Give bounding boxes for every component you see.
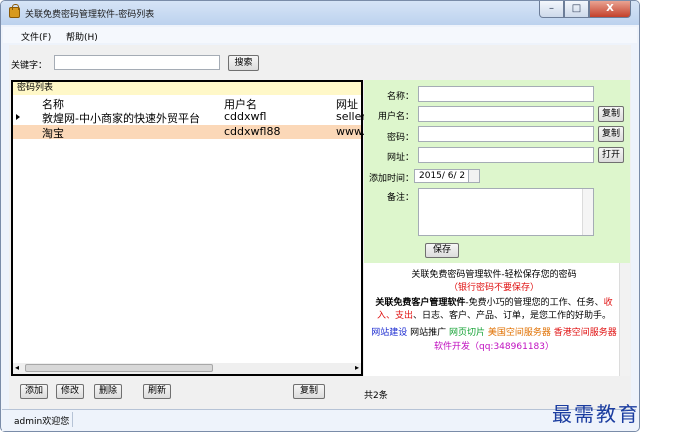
table-row[interactable]: 淘宝 cddxwfl88 www.	[13, 125, 365, 140]
ad-panel: 关联免费密码管理软件-轻松保存您的密码 （银行密码不要保存） 关联免费客户管理软件…	[364, 263, 630, 376]
window-title: 关联免费密码管理软件-密码列表	[25, 10, 155, 20]
link-slicing[interactable]: 网页切片	[449, 328, 485, 338]
scrollbar-thumb[interactable]	[25, 364, 213, 372]
scroll-right-icon[interactable]: ▸	[355, 363, 359, 372]
copy-password-button[interactable]: 复制	[598, 126, 624, 142]
row-selector-icon	[16, 114, 20, 120]
grid-header: 名称 用户名 网址	[13, 95, 361, 111]
link-hk-server[interactable]: 香港空间服务器	[554, 328, 617, 338]
link-software-dev[interactable]: 软件开发（qq:348961183）	[434, 342, 554, 352]
copy-button[interactable]: 复制	[293, 384, 325, 399]
name-label: 名称：	[386, 92, 414, 102]
row-username: cddxwfl	[224, 110, 267, 123]
menu-file[interactable]: 文件(F)	[21, 30, 51, 43]
lock-icon	[9, 4, 20, 18]
date-label: 添加时间：	[368, 174, 414, 184]
delete-button[interactable]: 删除	[94, 384, 122, 399]
save-button[interactable]: 保存	[425, 243, 459, 258]
copy-username-button[interactable]: 复制	[598, 106, 624, 122]
username-label: 用户名：	[377, 112, 414, 122]
ad-dev: 软件开发（qq:348961183）	[368, 341, 620, 354]
spinner-icon[interactable]	[468, 170, 479, 182]
keyword-label: 关键字：	[11, 61, 48, 71]
search-button[interactable]: 搜索	[228, 55, 259, 71]
record-count: 共2条	[364, 391, 388, 401]
status-divider	[72, 412, 73, 427]
url-label: 网址：	[386, 153, 414, 163]
open-url-button[interactable]: 打开	[598, 147, 624, 163]
ad-product-text: -免费小巧的管理您的工作、任务、	[465, 298, 604, 308]
ad-product-text-2: 、日志、客户、产品、订单，是您工作的好助手。	[413, 311, 612, 321]
status-text: admin欢迎您	[14, 417, 70, 427]
note-textarea[interactable]	[418, 188, 594, 236]
menu-bar: 文件(F) 帮助(H)	[3, 27, 637, 43]
menu-help[interactable]: 帮助(H)	[66, 30, 98, 43]
horizontal-scrollbar[interactable]: ◂ ▸	[13, 363, 361, 374]
edit-button[interactable]: 修改	[56, 384, 84, 399]
close-button[interactable]: X	[589, 1, 631, 18]
ad-line-1: 关联免费密码管理软件-轻松保存您的密码 （银行密码不要保存）	[368, 269, 620, 295]
date-value: 2015/ 6/ 2	[419, 171, 466, 181]
title-bar[interactable]: 关联免费密码管理软件-密码列表 – □ X	[1, 1, 639, 25]
password-label: 密码：	[386, 133, 414, 143]
row-name: 淘宝	[42, 127, 64, 140]
link-website-promo[interactable]: 网站推广	[410, 328, 446, 338]
ad-paragraph: 关联免费客户管理软件-免费小巧的管理您的工作、任务、收入、支出、日志、客户、产品…	[368, 297, 620, 323]
ad-scrollbar[interactable]	[619, 263, 630, 376]
add-button[interactable]: 添加	[20, 384, 48, 399]
password-input[interactable]	[418, 126, 594, 142]
table-row[interactable]: 敦煌网-中小商家的快速外贸平台 cddxwfl seller.	[13, 110, 368, 125]
ad-line-1-warning: （银行密码不要保存）	[448, 283, 539, 293]
minimize-button[interactable]: –	[539, 1, 564, 18]
keyword-input[interactable]	[54, 55, 220, 70]
maximize-button[interactable]: □	[564, 1, 589, 18]
note-scrollbar[interactable]	[582, 189, 593, 235]
link-website-build[interactable]: 网站建设	[371, 328, 407, 338]
username-input[interactable]	[418, 106, 594, 122]
ad-product-name: 关联免费客户管理软件	[375, 298, 466, 308]
date-picker[interactable]: 2015/ 6/ 2	[414, 169, 480, 183]
ad-links: 网站建设 网站推广 网页切片 美国空间服务器 香港空间服务器	[368, 327, 620, 340]
ad-line-1-text: 关联免费密码管理软件-轻松保存您的密码	[411, 270, 577, 280]
url-input[interactable]	[418, 147, 594, 163]
scroll-left-icon[interactable]: ◂	[15, 363, 19, 372]
status-bar: admin欢迎您	[2, 409, 636, 431]
name-input[interactable]	[418, 86, 594, 102]
link-us-server[interactable]: 美国空间服务器	[488, 328, 551, 338]
password-list: 密码列表 名称 用户名 网址 敦煌网-中小商家的快速外贸平台 cddxwfl s…	[11, 80, 368, 376]
list-title: 密码列表	[13, 82, 361, 95]
window-controls: – □ X	[539, 1, 631, 19]
note-label: 备注：	[386, 193, 414, 203]
refresh-button[interactable]: 刷新	[143, 384, 171, 399]
row-username: cddxwfl88	[224, 125, 281, 138]
watermark: 最需教育	[552, 402, 640, 426]
row-name: 敦煌网-中小商家的快速外贸平台	[42, 112, 200, 125]
